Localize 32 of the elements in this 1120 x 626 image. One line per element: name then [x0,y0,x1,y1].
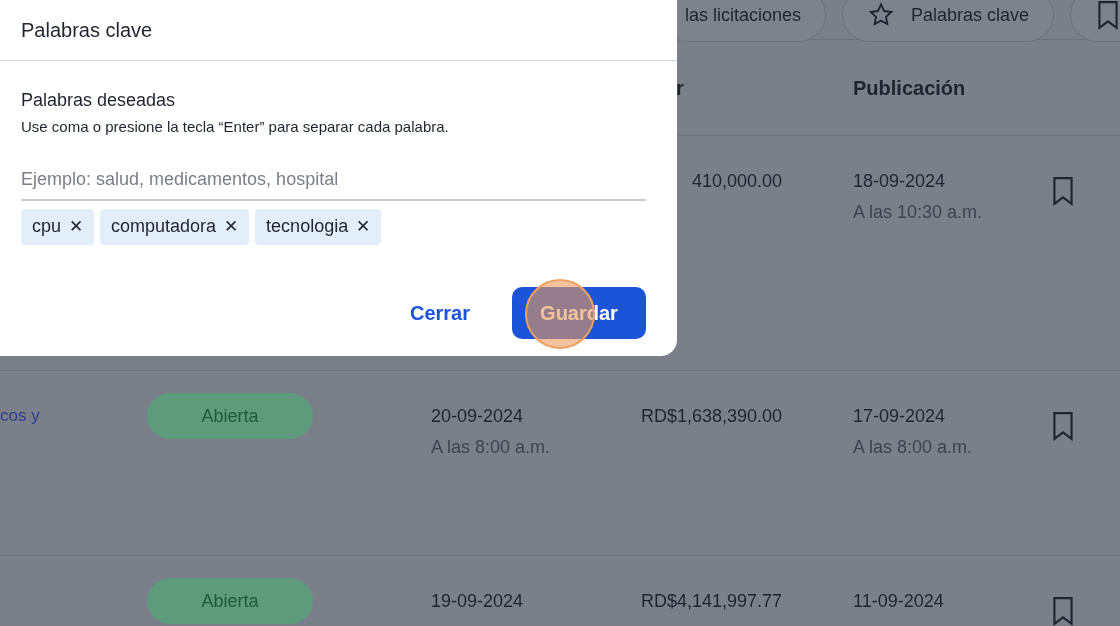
publication-time: A las 8:00 a.m. [853,436,974,459]
section-title: Palabras deseadas [21,89,177,112]
close-button[interactable]: Cerrar [387,286,492,339]
bookmark-icon[interactable] [1050,596,1076,626]
bookmark-icon[interactable] [1050,411,1076,441]
filter-button[interactable]: Palabras clave [842,0,1055,42]
keyword-chip: tecnologia ✕ [255,208,382,245]
publication-date: 18-09-2024 [853,170,947,193]
amount-text: 410,000.00 [691,170,782,193]
deadline-date: 20-09-2024 [431,405,525,428]
status-badge: Abierta [147,393,313,439]
keyword-chip: cpu ✕ [21,208,95,245]
deadline-date: 19-09-2024 [431,590,525,613]
remove-chip-button[interactable]: ✕ [69,213,84,240]
star-icon [867,1,896,29]
remove-chip-button[interactable]: ✕ [224,213,239,240]
publication-time: A las 10:30 a.m. [853,201,984,224]
keyword-input-field[interactable]: Ejemplo: salud, medicamentos, hospital [21,160,646,201]
column-header: Publicación [853,76,966,99]
amount-text: RD$1,638,390.00 [640,405,782,428]
bookmark-icon [1095,0,1120,30]
hint-text: Use coma o presione la tecla “Enter” para separar cada palabra. [21,117,450,137]
amount-text: RD$4,141,997.77 [640,590,782,613]
dialog-title: Palabras clave [21,18,153,43]
deadline-time: A las 8:00 a.m. [431,436,552,459]
bookmark-icon[interactable] [1050,176,1076,206]
remove-chip-button[interactable]: ✕ [356,213,371,240]
publication-date: 17-09-2024 [853,405,947,428]
status-badge: Abierta [147,578,313,624]
keyword-chip: computadora ✕ [100,208,250,245]
publication-date: 11-09-2024 [853,590,945,613]
column-header: r [676,76,684,99]
